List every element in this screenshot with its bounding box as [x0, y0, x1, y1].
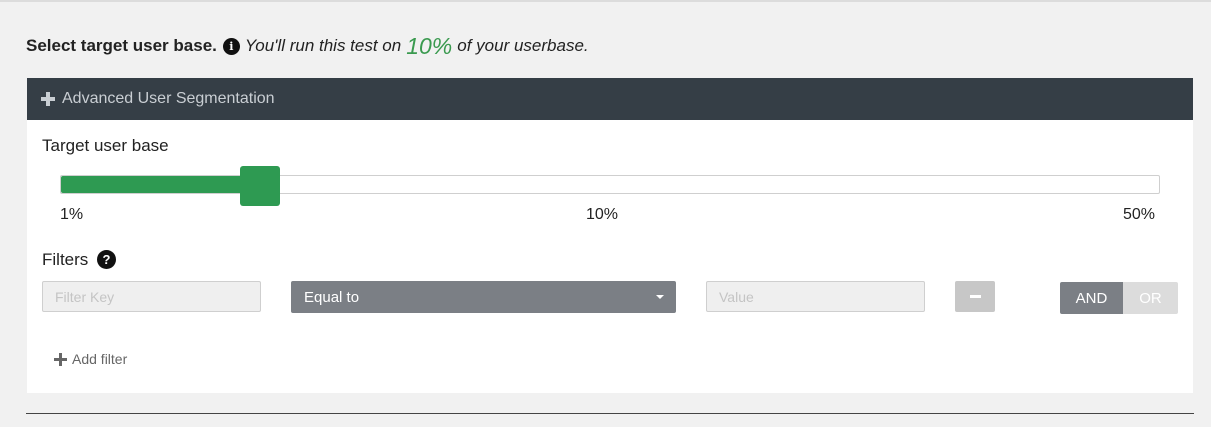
filter-key-input[interactable] — [42, 281, 261, 312]
add-filter-button[interactable]: Add filter — [54, 351, 127, 367]
plus-icon — [41, 92, 55, 106]
and-or-toggle: AND OR — [1060, 282, 1178, 314]
target-user-base-label: Target user base — [42, 136, 169, 155]
plus-icon — [54, 352, 67, 366]
slider-fill — [61, 176, 261, 193]
filter-value-input[interactable] — [706, 281, 925, 312]
remove-filter-button[interactable] — [955, 281, 995, 312]
top-divider — [0, 0, 1211, 2]
slider-tick-mid: 10% — [586, 206, 619, 223]
and-button[interactable]: AND — [1060, 282, 1123, 314]
filters-label: Filters — [42, 250, 89, 269]
slider-track[interactable] — [60, 175, 1160, 194]
help-icon[interactable]: ? — [97, 250, 117, 269]
slider-tick-min: 1% — [60, 206, 84, 223]
operator-select[interactable]: Equal to — [291, 281, 676, 313]
heading-note-prefix: You'll run this test on — [244, 36, 402, 55]
caret-down-icon — [656, 295, 664, 299]
info-icon: i — [222, 37, 240, 55]
bottom-divider — [26, 413, 1194, 414]
slider-handle[interactable] — [240, 166, 280, 206]
advanced-segmentation-label: Advanced User Segmentation — [62, 90, 275, 107]
page-title: Select target user base. — [26, 36, 217, 55]
advanced-segmentation-toggle[interactable]: Advanced User Segmentation — [27, 78, 1193, 120]
or-button[interactable]: OR — [1123, 282, 1178, 314]
minus-icon — [970, 295, 981, 298]
heading-note-suffix: of your userbase. — [457, 36, 589, 55]
operator-selected-value: Equal to — [304, 288, 360, 306]
page-heading: Select target user base. i You'll run th… — [26, 30, 589, 62]
heading-percent: 10% — [406, 32, 453, 59]
filters-heading: Filters ? — [42, 250, 117, 270]
segmentation-panel: Advanced User Segmentation Target user b… — [27, 78, 1193, 393]
slider-tick-max: 50% — [1123, 206, 1156, 223]
add-filter-label: Add filter — [72, 351, 128, 367]
